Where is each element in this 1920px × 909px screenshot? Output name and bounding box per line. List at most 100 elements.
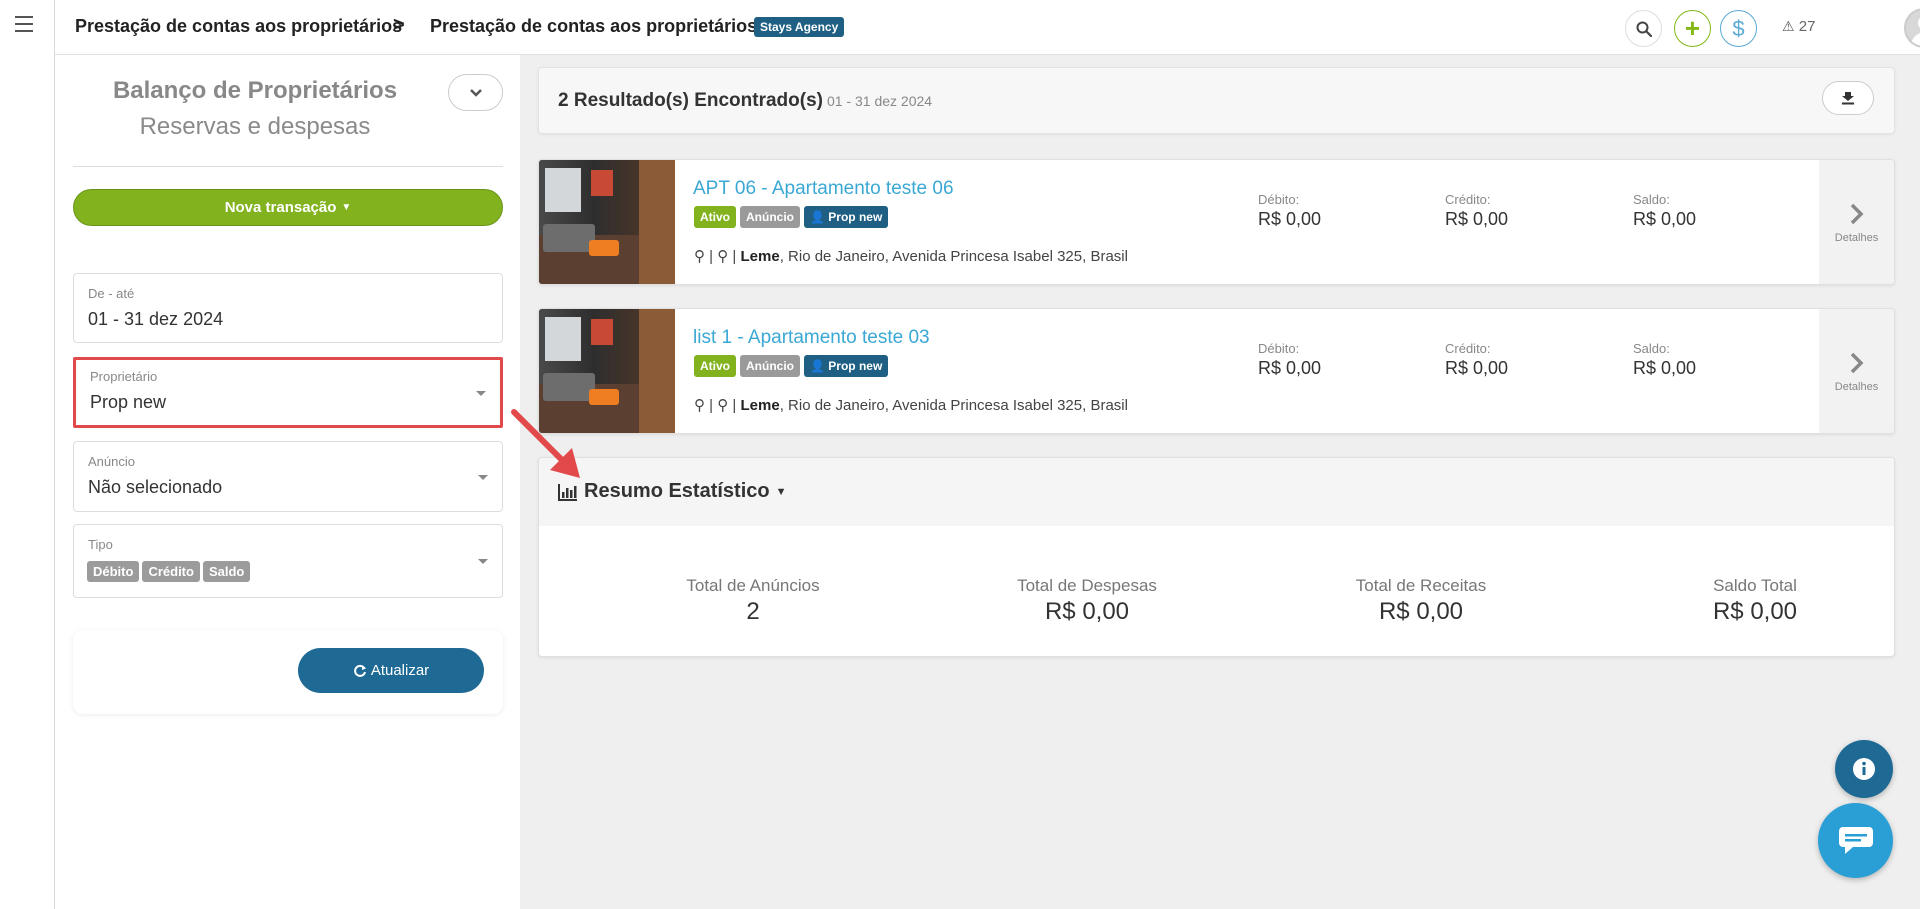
update-card: Atualizar	[73, 630, 503, 714]
listing-card: list 1 - Apartamento teste 03 Ativo Anún…	[538, 308, 1895, 434]
debit-label: Débito:	[1258, 341, 1300, 356]
plus-icon: +	[1684, 13, 1701, 43]
stat-total-listings: Total de Anúncios 2	[623, 576, 883, 626]
info-icon	[1853, 758, 1875, 780]
address-neighborhood: Leme	[740, 397, 780, 414]
credit-metric: Crédito: R$ 0,00	[1445, 341, 1508, 379]
date-range-label: De - até	[88, 286, 135, 301]
stat-value: R$ 0,00	[1044, 598, 1130, 625]
chat-icon	[1838, 826, 1873, 854]
owner-label: Proprietário	[90, 369, 158, 384]
status-badge: Ativo	[694, 355, 736, 377]
type-select[interactable]: Tipo Débito Crédito Saldo	[73, 524, 503, 598]
stat-value: R$ 0,00	[1712, 598, 1798, 625]
map-pin-icon: ⚲	[717, 397, 729, 414]
details-label: Detalhes	[1834, 232, 1879, 244]
chevron-right-icon	[1850, 203, 1863, 225]
sidebar-divider	[73, 166, 503, 167]
alerts-button[interactable]: ⚠ 27	[1782, 18, 1815, 35]
caret-down-icon: ▼	[341, 202, 352, 213]
dollar-icon: $	[1732, 15, 1745, 41]
finance-button[interactable]: $	[1720, 10, 1757, 47]
listing-card: APT 06 - Apartamento teste 06 Ativo Anún…	[538, 159, 1895, 285]
update-button[interactable]: Atualizar	[298, 648, 484, 693]
menu-icon[interactable]	[15, 16, 33, 32]
chat-button[interactable]	[1818, 803, 1893, 878]
debit-value: R$ 0,00	[1258, 209, 1322, 229]
details-button[interactable]: Detalhes	[1819, 160, 1894, 284]
details-button[interactable]: Detalhes	[1819, 309, 1894, 433]
download-button[interactable]	[1822, 81, 1874, 115]
address-separator: |	[732, 248, 737, 265]
balance-label: Saldo:	[1633, 192, 1670, 207]
summary-toggle[interactable]: Resumo Estatístico ▼	[558, 480, 787, 503]
refresh-icon	[353, 664, 366, 677]
stat-total-revenue: Total de Receitas R$ 0,00	[1291, 576, 1551, 626]
balance-metric: Saldo: R$ 0,00	[1633, 192, 1696, 230]
search-icon	[1636, 21, 1652, 37]
results-count: 2 Resultado(s) Encontrado(s)	[558, 90, 823, 111]
top-bar: Prestação de contas aos proprietários > …	[55, 0, 1920, 55]
owner-badge: 👤 Prop new	[804, 355, 889, 377]
debit-label: Débito:	[1258, 192, 1300, 207]
type-label: Tipo	[88, 537, 113, 552]
new-transaction-label: Nova transação	[224, 199, 337, 216]
map-pin-icon: ⚲	[694, 397, 705, 414]
chevron-down-icon	[469, 88, 482, 97]
agency-badge: Stays Agency	[754, 17, 845, 37]
listing-title-link[interactable]: APT 06 - Apartamento teste 06	[693, 178, 954, 200]
address-separator: |	[709, 248, 714, 265]
download-icon	[1842, 92, 1854, 105]
stat-value: 2	[746, 598, 760, 625]
left-rail	[0, 0, 55, 909]
debit-metric: Débito: R$ 0,00	[1258, 341, 1321, 379]
stat-total-balance: Saldo Total R$ 0,00	[1625, 576, 1885, 626]
owner-select[interactable]: Proprietário Prop new	[73, 357, 503, 428]
search-button[interactable]	[1625, 10, 1662, 47]
details-label: Detalhes	[1834, 381, 1879, 393]
balance-value: R$ 0,00	[1633, 358, 1697, 378]
balance-metric: Saldo: R$ 0,00	[1633, 341, 1696, 379]
map-pin-icon: ⚲	[694, 248, 705, 265]
type-badge-balance: Saldo	[202, 561, 251, 582]
stat-value: R$ 0,00	[1378, 598, 1464, 625]
balance-value: R$ 0,00	[1633, 209, 1697, 229]
summary-header: Resumo Estatístico ▼	[539, 458, 1894, 526]
breadcrumb-separator: >	[393, 14, 405, 36]
listing-badges: Ativo Anúncio 👤 Prop new	[694, 206, 889, 228]
credit-value: R$ 0,00	[1445, 209, 1509, 229]
type-badge: Anúncio	[740, 206, 800, 228]
results-range: 01 - 31 dez 2024	[826, 93, 933, 109]
stat-label: Saldo Total	[1713, 576, 1797, 595]
warning-icon: ⚠	[1782, 18, 1795, 34]
listing-thumbnail[interactable]	[539, 160, 675, 284]
credit-metric: Crédito: R$ 0,00	[1445, 192, 1508, 230]
listing-select[interactable]: Anúncio Não selecionado	[73, 441, 503, 512]
info-button[interactable]	[1835, 740, 1893, 798]
summary-card: Resumo Estatístico ▼ Total de Anúncios 2…	[538, 457, 1895, 657]
avatar[interactable]	[1904, 8, 1920, 48]
breadcrumb-item-2: Prestação de contas aos proprietários	[430, 16, 758, 36]
type-badge-credit: Crédito	[142, 561, 200, 582]
sidebar-subtitle: Reservas e despesas	[139, 113, 371, 140]
address-rest: , Rio de Janeiro, Avenida Princesa Isabe…	[779, 248, 1128, 265]
new-transaction-button[interactable]: Nova transação ▼	[73, 189, 503, 226]
listing-value: Não selecionado	[88, 477, 223, 497]
collapse-button[interactable]	[448, 74, 503, 111]
user-icon: 👤	[810, 359, 825, 373]
caret-down-icon	[476, 391, 486, 396]
address-separator: |	[732, 397, 737, 414]
chevron-right-icon	[1850, 352, 1863, 374]
balance-label: Saldo:	[1633, 341, 1670, 356]
date-range-field[interactable]: De - até 01 - 31 dez 2024	[73, 273, 503, 343]
listing-badges: Ativo Anúncio 👤 Prop new	[694, 355, 889, 377]
add-button[interactable]: +	[1674, 10, 1711, 47]
results-header: 2 Resultado(s) Encontrado(s) 01 - 31 dez …	[538, 67, 1895, 134]
address-rest: , Rio de Janeiro, Avenida Princesa Isabe…	[779, 397, 1128, 414]
type-badges: Débito Crédito Saldo	[87, 561, 253, 582]
update-label: Atualizar	[370, 662, 430, 679]
address-separator: |	[709, 397, 714, 414]
listing-title-link[interactable]: list 1 - Apartamento teste 03	[693, 327, 930, 349]
breadcrumb-item-1[interactable]: Prestação de contas aos proprietários	[75, 16, 402, 37]
debit-value: R$ 0,00	[1258, 358, 1322, 378]
